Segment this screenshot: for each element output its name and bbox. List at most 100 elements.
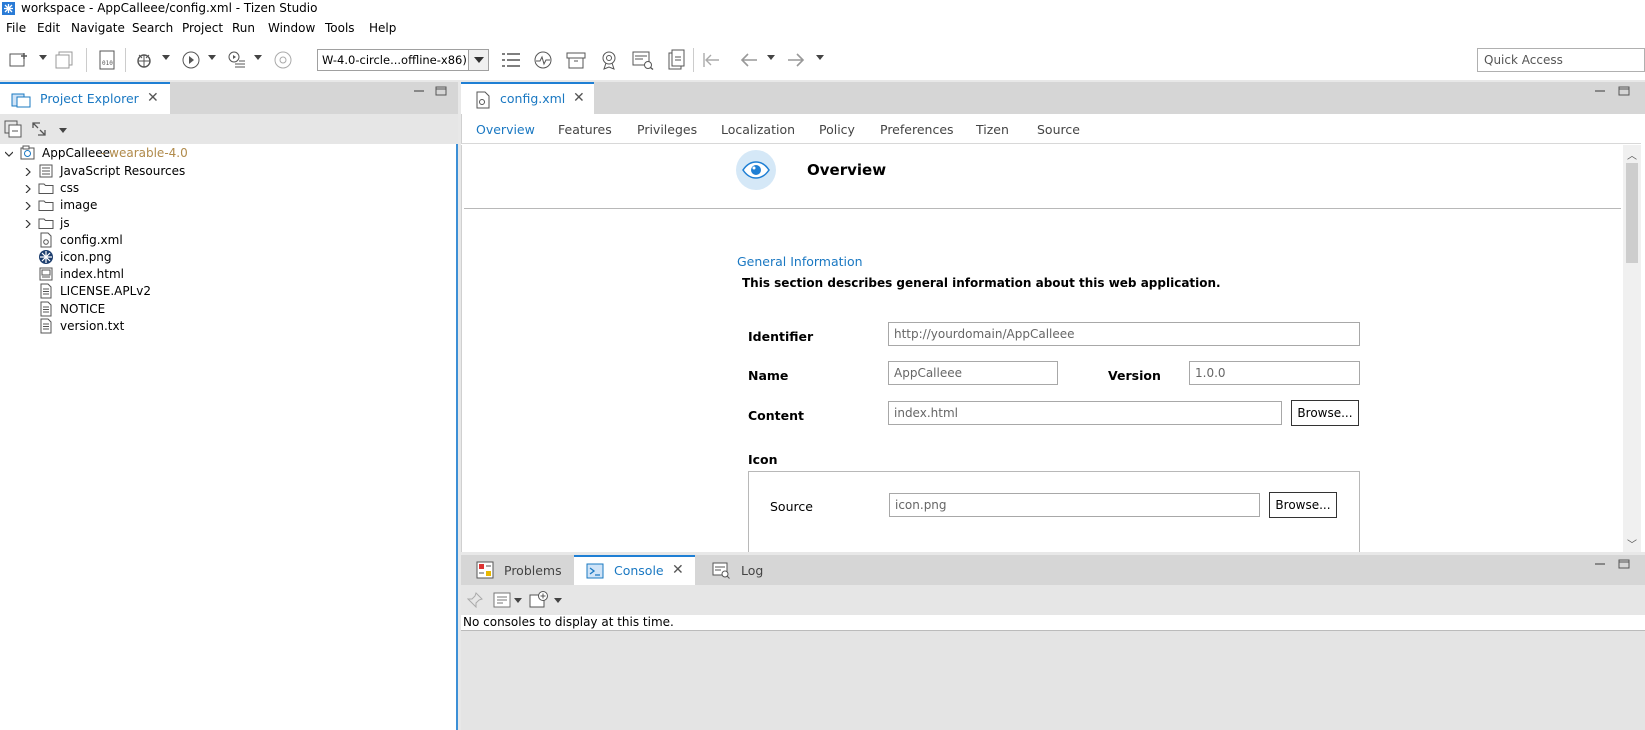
subtab-source[interactable]: Source xyxy=(1037,122,1080,137)
icon-browse-button[interactable]: Browse... xyxy=(1269,492,1337,518)
open-console-icon[interactable] xyxy=(529,590,549,608)
tree-item[interactable]: config.xml xyxy=(0,232,458,250)
open-console-dropdown-icon[interactable] xyxy=(554,598,562,603)
debug-icon[interactable] xyxy=(133,49,155,71)
menu-run[interactable]: Run xyxy=(232,21,255,35)
tree-item[interactable]: icon.png xyxy=(0,249,458,267)
profiler-icon[interactable] xyxy=(532,49,554,71)
identifier-field[interactable]: http://yourdomain/AppCalleee xyxy=(888,322,1360,346)
menu-window[interactable]: Window xyxy=(268,21,315,35)
chevron-right-icon[interactable] xyxy=(24,219,32,228)
menu-navigate[interactable]: Navigate xyxy=(71,21,125,35)
window-title: workspace - AppCalleee/config.xml - Tize… xyxy=(21,1,318,15)
debug-dropdown-icon[interactable] xyxy=(162,55,170,60)
subtab-tizen[interactable]: Tizen xyxy=(976,122,1009,137)
run-config-dropdown-icon[interactable] xyxy=(254,55,262,60)
subtab-overview[interactable]: Overview xyxy=(476,122,535,137)
quick-access-input[interactable]: Quick Access xyxy=(1477,48,1645,72)
content-field[interactable]: index.html xyxy=(888,401,1282,425)
subtab-preferences[interactable]: Preferences xyxy=(880,122,954,137)
tree-item[interactable]: LICENSE.APLv2 xyxy=(0,283,458,301)
chevron-down-icon[interactable] xyxy=(468,50,488,70)
tab-log[interactable]: Log xyxy=(698,555,778,585)
scroll-down-icon[interactable]: ﹀ xyxy=(1627,536,1637,551)
minimize-icon[interactable] xyxy=(1594,559,1606,569)
menu-file[interactable]: File xyxy=(6,21,26,35)
tree-item[interactable]: JavaScript Resources xyxy=(0,163,458,181)
tizen-studio-window: workspace - AppCalleee/config.xml - Tize… xyxy=(0,0,1645,730)
tree-item[interactable]: css xyxy=(0,180,458,198)
save-all-icon[interactable] xyxy=(54,49,76,71)
tree-item-label: version.txt xyxy=(60,318,125,333)
last-edit-location-icon[interactable] xyxy=(700,49,722,71)
new-wizard-icon[interactable] xyxy=(8,49,30,71)
tree-item[interactable]: index.html xyxy=(0,266,458,284)
binary-file-icon[interactable]: 010 xyxy=(96,49,118,71)
pin-icon[interactable] xyxy=(467,592,483,608)
forward-dropdown-icon[interactable] xyxy=(816,55,824,60)
run-icon[interactable] xyxy=(180,49,202,71)
subtab-privileges[interactable]: Privileges xyxy=(637,122,697,137)
editor-scrollbar[interactable]: ︿ ﹀ xyxy=(1623,145,1641,552)
display-console-icon[interactable] xyxy=(493,592,511,608)
version-field[interactable]: 1.0.0 xyxy=(1189,361,1360,385)
identifier-label: Identifier xyxy=(748,329,814,344)
chevron-right-icon[interactable] xyxy=(24,185,32,194)
maximize-icon[interactable] xyxy=(1618,86,1630,96)
menu-help[interactable]: Help xyxy=(369,21,396,35)
close-icon[interactable]: ✕ xyxy=(672,562,684,578)
subtab-policy[interactable]: Policy xyxy=(819,122,855,137)
scrollbar-thumb[interactable] xyxy=(1626,163,1638,263)
certificate-icon[interactable] xyxy=(598,49,620,71)
chevron-right-icon[interactable] xyxy=(24,168,32,176)
back-arrow-icon[interactable] xyxy=(738,49,760,71)
back-dropdown-icon[interactable] xyxy=(767,55,775,60)
content-browse-button[interactable]: Browse... xyxy=(1291,400,1359,426)
list-view-icon[interactable] xyxy=(500,49,522,71)
tab-problems[interactable]: Problems xyxy=(461,555,571,585)
text-file-icon xyxy=(40,283,52,299)
menu-tools[interactable]: Tools xyxy=(325,21,355,35)
chevron-right-icon[interactable] xyxy=(24,202,32,211)
menu-search[interactable]: Search xyxy=(132,21,173,35)
close-icon[interactable]: ✕ xyxy=(147,90,159,106)
maximize-icon[interactable] xyxy=(1618,559,1630,569)
target-device-select[interactable]: W-4.0-circle...offline-x86) xyxy=(317,49,489,71)
tree-project-root[interactable]: AppCalleee - wearable-4.0 xyxy=(0,145,458,163)
main-toolbar: 010 W-4.0-circle...offline-x86) Quick Ac… xyxy=(0,40,1645,80)
collapse-all-icon[interactable] xyxy=(4,120,22,138)
emulator-manager-icon[interactable] xyxy=(665,49,687,71)
subtab-localization[interactable]: Localization xyxy=(721,122,795,137)
archive-icon[interactable] xyxy=(565,49,587,71)
stop-icon[interactable] xyxy=(272,49,294,71)
icon-source-field[interactable]: icon.png xyxy=(889,493,1260,517)
close-icon[interactable]: ✕ xyxy=(573,90,585,106)
tab-config-xml[interactable]: config.xml ✕ xyxy=(461,82,594,114)
forward-arrow-icon[interactable] xyxy=(785,49,807,71)
tree-item[interactable]: version.txt xyxy=(0,318,458,336)
view-menu-icon[interactable] xyxy=(59,128,67,133)
run-dropdown-icon[interactable] xyxy=(208,55,216,60)
tab-console[interactable]: Console ✕ xyxy=(574,555,695,585)
new-dropdown-icon[interactable] xyxy=(39,55,47,60)
folder-icon xyxy=(38,218,54,229)
tree-item[interactable]: js xyxy=(0,215,458,233)
name-field[interactable]: AppCalleee xyxy=(888,361,1058,385)
minimize-icon[interactable] xyxy=(413,86,425,96)
subtab-features[interactable]: Features xyxy=(558,122,612,137)
maximize-icon[interactable] xyxy=(435,86,447,96)
menu-edit[interactable]: Edit xyxy=(37,21,60,35)
tree-item[interactable]: NOTICE xyxy=(0,301,458,319)
minimize-icon[interactable] xyxy=(1594,86,1606,96)
run-configurations-icon[interactable] xyxy=(226,49,248,71)
tab-project-explorer[interactable]: Project Explorer ✕ xyxy=(0,82,170,114)
display-console-dropdown-icon[interactable] xyxy=(514,598,522,603)
divider xyxy=(464,208,1621,209)
menu-project[interactable]: Project xyxy=(182,21,223,35)
scroll-up-icon[interactable]: ︿ xyxy=(1627,147,1637,162)
log-icon xyxy=(712,562,730,579)
chevron-down-icon[interactable] xyxy=(5,150,13,158)
device-manager-icon[interactable] xyxy=(632,49,654,71)
link-with-editor-icon[interactable] xyxy=(30,120,48,138)
tree-item[interactable]: image xyxy=(0,197,458,215)
